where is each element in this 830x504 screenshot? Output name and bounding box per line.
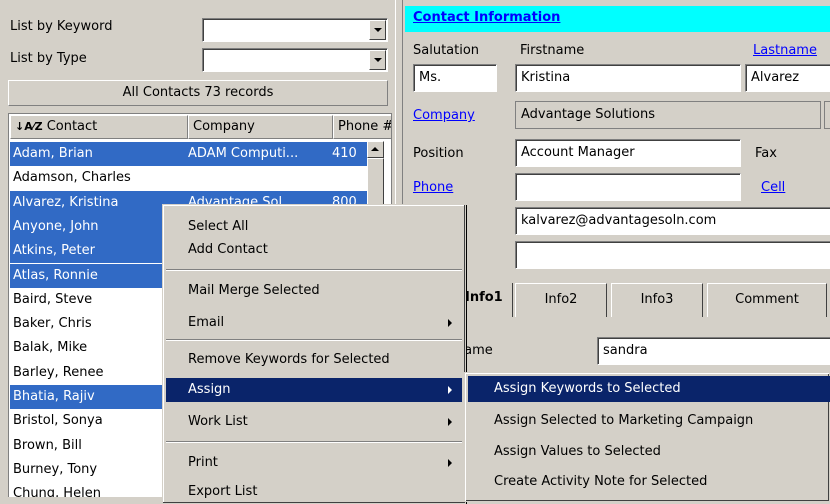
type-filter-label: List by Type xyxy=(10,51,87,66)
column-header-label: Phone # xyxy=(338,119,392,134)
column-header-phone[interactable]: Phone # xyxy=(333,115,392,139)
extra-field[interactable] xyxy=(515,241,830,269)
menu-item-print[interactable]: Print xyxy=(166,451,462,475)
table-row[interactable]: Adam, Brian ADAM Computi... 410 xyxy=(10,142,367,166)
sort-az-icon: ↓A⁄Z xyxy=(15,120,43,133)
company-link[interactable]: Company xyxy=(413,108,475,123)
column-header-contact[interactable]: ↓A⁄Z Contact xyxy=(10,115,188,139)
contact-name: Baker, Chris xyxy=(13,316,92,332)
submenu-item-assign-values[interactable]: Assign Values to Selected xyxy=(468,439,830,465)
tab-label: Info3 xyxy=(640,292,674,307)
contact-name: Baird, Steve xyxy=(13,291,93,307)
type-filter-combo[interactable] xyxy=(202,48,388,72)
contact-name: Adam, Brian xyxy=(13,146,93,161)
contact-name: Balak, Mike xyxy=(13,340,88,356)
position-label: Position xyxy=(413,146,464,161)
records-summary: All Contacts 73 records xyxy=(8,80,388,106)
salutation-field[interactable]: Ms. xyxy=(413,64,497,92)
tab-label: Info1 xyxy=(465,290,503,305)
keyword-filter-combo[interactable] xyxy=(202,18,388,42)
menu-item-export-list[interactable]: Export List xyxy=(166,480,462,504)
menu-item-work-list[interactable]: Work List xyxy=(166,410,462,434)
contact-name: Burney, Tony xyxy=(13,461,98,477)
scroll-up-icon[interactable] xyxy=(367,141,384,158)
lastname-field[interactable]: Alvarez xyxy=(745,64,830,92)
chevron-down-icon[interactable] xyxy=(369,50,386,70)
menu-separator xyxy=(166,339,462,341)
contact-name: Brown, Bill xyxy=(13,437,82,453)
phone-field[interactable] xyxy=(515,173,741,201)
contact-name: Atlas, Ronnie xyxy=(13,267,98,283)
assign-submenu: Assign Keywords to Selected Assign Selec… xyxy=(464,372,830,502)
tab-comment[interactable]: Comment xyxy=(707,283,827,317)
company-field[interactable]: Advantage Solutions xyxy=(515,101,821,129)
contact-name: Bhatia, Rajiv xyxy=(13,389,95,404)
submenu-arrow-icon xyxy=(448,386,452,394)
contact-name: Anyone, John xyxy=(13,218,99,234)
partner-name-field[interactable]: sandra xyxy=(597,337,830,365)
menu-item-assign[interactable]: Assign xyxy=(166,378,462,402)
phone-link[interactable]: Phone xyxy=(413,180,453,195)
menu-item-add-contact[interactable]: Add Contact xyxy=(166,238,462,262)
fax-label: Fax xyxy=(755,146,777,161)
menu-item-remove-keywords[interactable]: Remove Keywords for Selected xyxy=(166,348,462,372)
tab-label: Info2 xyxy=(544,292,578,307)
position-field[interactable]: Account Manager xyxy=(515,139,741,167)
chevron-down-icon[interactable] xyxy=(369,20,386,40)
firstname-field[interactable]: Kristina xyxy=(515,64,741,92)
menu-separator xyxy=(166,269,462,271)
phone-number: 410 xyxy=(332,146,357,161)
contact-name: Barley, Renee xyxy=(13,364,104,380)
contact-name: Bristol, Sonya xyxy=(13,413,103,429)
table-row[interactable]: Adamson, Charles xyxy=(10,166,367,190)
tab-label: Comment xyxy=(735,292,799,307)
contact-name: Atkins, Peter xyxy=(13,243,95,259)
salutation-label: Salutation xyxy=(413,43,480,58)
contact-name: Chung, Helen xyxy=(13,486,101,497)
column-header-label: Contact xyxy=(46,119,98,134)
submenu-item-assign-keywords[interactable]: Assign Keywords to Selected xyxy=(468,376,830,402)
submenu-arrow-icon xyxy=(448,319,452,327)
contact-name: Alvarez, Kristina xyxy=(13,194,119,210)
contact-info-title[interactable]: Contact Information xyxy=(413,10,560,25)
submenu-arrow-icon xyxy=(448,418,452,426)
menu-item-select-all[interactable]: Select All xyxy=(166,215,462,239)
menu-separator xyxy=(166,441,462,443)
submenu-item-activity-note[interactable]: Create Activity Note for Selected xyxy=(468,469,830,495)
column-header-company[interactable]: Company xyxy=(188,115,333,139)
cell-link[interactable]: Cell xyxy=(761,180,785,195)
email-field[interactable]: kalvarez@advantagesoln.com xyxy=(515,207,830,235)
firstname-label: Firstname xyxy=(520,43,585,58)
tab-info2[interactable]: Info2 xyxy=(515,283,607,317)
company-name: ADAM Computi... xyxy=(188,146,299,161)
column-header-label: Company xyxy=(193,119,255,134)
contact-name: Adamson, Charles xyxy=(13,170,131,186)
submenu-arrow-icon xyxy=(448,459,452,467)
context-menu: Select All Add Contact Mail Merge Select… xyxy=(162,204,466,504)
keyword-filter-label: List by Keyword xyxy=(10,19,113,34)
contact-info-title-bar: Contact Information xyxy=(405,6,830,32)
lastname-link[interactable]: Lastname xyxy=(753,43,817,58)
menu-item-email[interactable]: Email xyxy=(166,311,462,335)
submenu-item-assign-campaign[interactable]: Assign Selected to Marketing Campaign xyxy=(468,408,830,434)
menu-item-mail-merge[interactable]: Mail Merge Selected xyxy=(166,279,462,303)
company-lookup-button[interactable] xyxy=(824,101,830,129)
tab-info3[interactable]: Info3 xyxy=(611,283,703,317)
